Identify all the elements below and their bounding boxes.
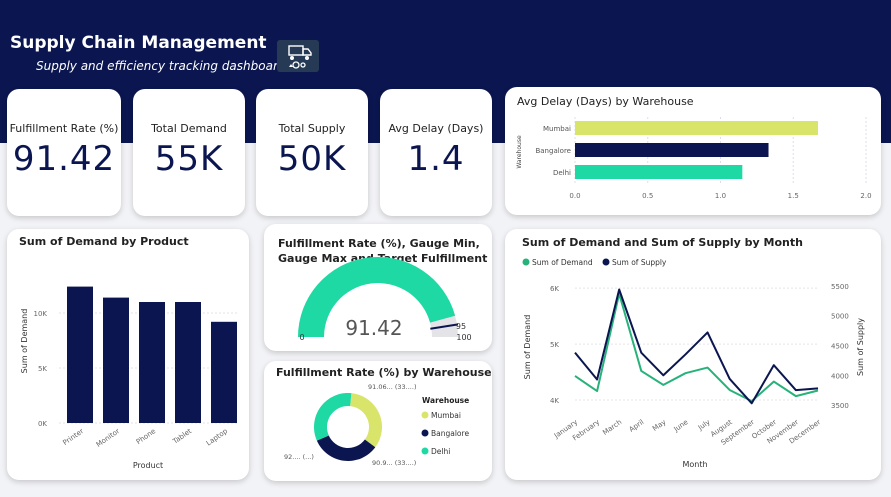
y-tick-label: 10K: [34, 310, 48, 318]
y2-tick-label: 4500: [831, 343, 849, 351]
bar: [103, 297, 129, 423]
x-tick-label: May: [651, 418, 667, 433]
gauge-min-label: 0: [299, 333, 304, 342]
kpi-card-total-supply[interactable]: Total Supply 50K: [256, 89, 368, 216]
donut-slice: [350, 393, 383, 448]
y-tick-label: Mumbai: [543, 125, 571, 133]
page-title: Supply Chain Management: [10, 33, 267, 53]
y-tick-label: Delhi: [553, 169, 571, 177]
bar: [211, 321, 237, 423]
bar: [139, 302, 165, 423]
legend-label: Delhi: [431, 447, 450, 456]
kpi-label: Fulfillment Rate (%): [9, 122, 119, 135]
avg-delay-chart-card[interactable]: Avg Delay (Days) by Warehouse 0.0 0.5 1.0 1…: [505, 87, 881, 215]
legend-marker: [421, 429, 429, 437]
fulfillment-gauge: 91.42 0 100 95: [298, 256, 472, 342]
fulfillment-gauge-card[interactable]: Fulfillment Rate (%), Gauge Min, Gauge M…: [264, 224, 492, 351]
supply-chain-icon: [277, 40, 319, 72]
kpi-value: 55K: [154, 139, 224, 179]
x-tick-label: Phone: [135, 427, 157, 446]
avg-delay-chart: 0.0 0.5 1.0 1.5 2.0 Warehouse Mumbai Bangalore D…: [516, 117, 872, 200]
y-tick-label: 6K: [550, 285, 559, 293]
y2-tick-label: 5000: [831, 313, 849, 321]
series-line: [574, 292, 819, 403]
bar: [575, 165, 743, 179]
gauge-target-label: 95: [456, 322, 466, 331]
data-label: 92.... (...): [284, 453, 314, 461]
legend-label: Mumbai: [431, 411, 461, 420]
x-tick-label: July: [696, 418, 712, 432]
y-axis-label: Sum of Demand: [523, 315, 532, 380]
fulfillment-donut-chart: 92.... (...) 91.06... (33....) 90.9... (33…: [284, 383, 469, 467]
x-tick-label: 1.0: [715, 192, 726, 200]
y-axis-label: Sum of Demand: [20, 309, 29, 374]
y2-tick-label: 5500: [831, 283, 849, 291]
kpi-value: 91.42: [12, 139, 116, 179]
legend-label: Bangalore: [431, 429, 469, 438]
bar: [67, 286, 93, 423]
demand-by-product-card[interactable]: Sum of Demand by Product 0K 5K 10K Sum of D…: [7, 229, 249, 480]
y-axis-label: Warehouse: [516, 135, 523, 169]
kpi-value: 50K: [277, 139, 347, 179]
kpi-card-total-demand[interactable]: Total Demand 55K: [133, 89, 245, 216]
legend-title: Warehouse: [422, 396, 469, 405]
demand-by-product-chart: 0K 5K 10K Sum of Demand Printer Monitor Phone T…: [20, 286, 239, 470]
y2-tick-label: 4000: [831, 372, 849, 380]
demand-supply-line-chart: 4K 5K 6K 3500 4000 4500 5000 5500 Sum of Demand S…: [522, 258, 865, 469]
donut-slice: [314, 393, 352, 441]
y-tick-label: 5K: [550, 341, 559, 349]
legend-marker: [421, 447, 429, 455]
gauge-value: 91.42: [345, 316, 402, 340]
x-tick-label: 2.0: [860, 192, 871, 200]
legend-label: Sum of Demand: [532, 258, 593, 267]
bar: [175, 302, 201, 423]
x-tick-label: 0.5: [642, 192, 653, 200]
kpi-card-fulfillment[interactable]: Fulfillment Rate (%) 91.42: [7, 89, 121, 216]
kpi-value: 1.4: [407, 139, 465, 179]
gauge-max-label: 100: [456, 333, 471, 342]
y-tick-label: Bangalore: [535, 147, 571, 155]
page-subtitle: Supply and efficiency tracking dashboard: [36, 59, 286, 73]
x-tick-label: 0.0: [569, 192, 580, 200]
y2-axis-label: Sum of Supply: [856, 318, 865, 376]
x-tick-label: 1.5: [788, 192, 799, 200]
x-tick-label: Printer: [61, 427, 85, 447]
fulfillment-by-warehouse-card[interactable]: Fulfillment Rate (%) by Warehouse 92....…: [264, 361, 492, 481]
kpi-label: Total Supply: [278, 122, 346, 135]
kpi-card-avg-delay[interactable]: Avg Delay (Days) 1.4: [380, 89, 492, 216]
x-tick-label: April: [628, 418, 646, 434]
bar: [575, 143, 769, 157]
x-axis-label: Month: [682, 460, 707, 469]
legend-marker: [602, 258, 610, 266]
kpi-label: Avg Delay (Days): [388, 122, 484, 135]
legend-marker: [522, 258, 530, 266]
x-tick-label: Monitor: [95, 427, 121, 449]
data-label: 90.9... (33....): [372, 459, 416, 467]
x-tick-label: March: [601, 418, 623, 437]
y2-tick-label: 3500: [831, 402, 849, 410]
x-tick-label: Tablet: [171, 427, 194, 446]
data-label: 91.06... (33....): [368, 383, 416, 391]
legend-marker: [421, 411, 429, 419]
y-tick-label: 4K: [550, 397, 559, 405]
y-tick-label: 5K: [38, 365, 47, 373]
bar: [575, 121, 818, 135]
x-tick-label: June: [672, 418, 690, 434]
x-axis-label: Product: [133, 461, 163, 470]
y-tick-label: 0K: [38, 420, 47, 428]
x-tick-label: Laptop: [205, 427, 230, 448]
legend-label: Sum of Supply: [612, 258, 667, 267]
kpi-label: Total Demand: [151, 122, 227, 135]
demand-supply-month-card[interactable]: Sum of Demand and Sum of Supply by Month…: [505, 229, 881, 480]
